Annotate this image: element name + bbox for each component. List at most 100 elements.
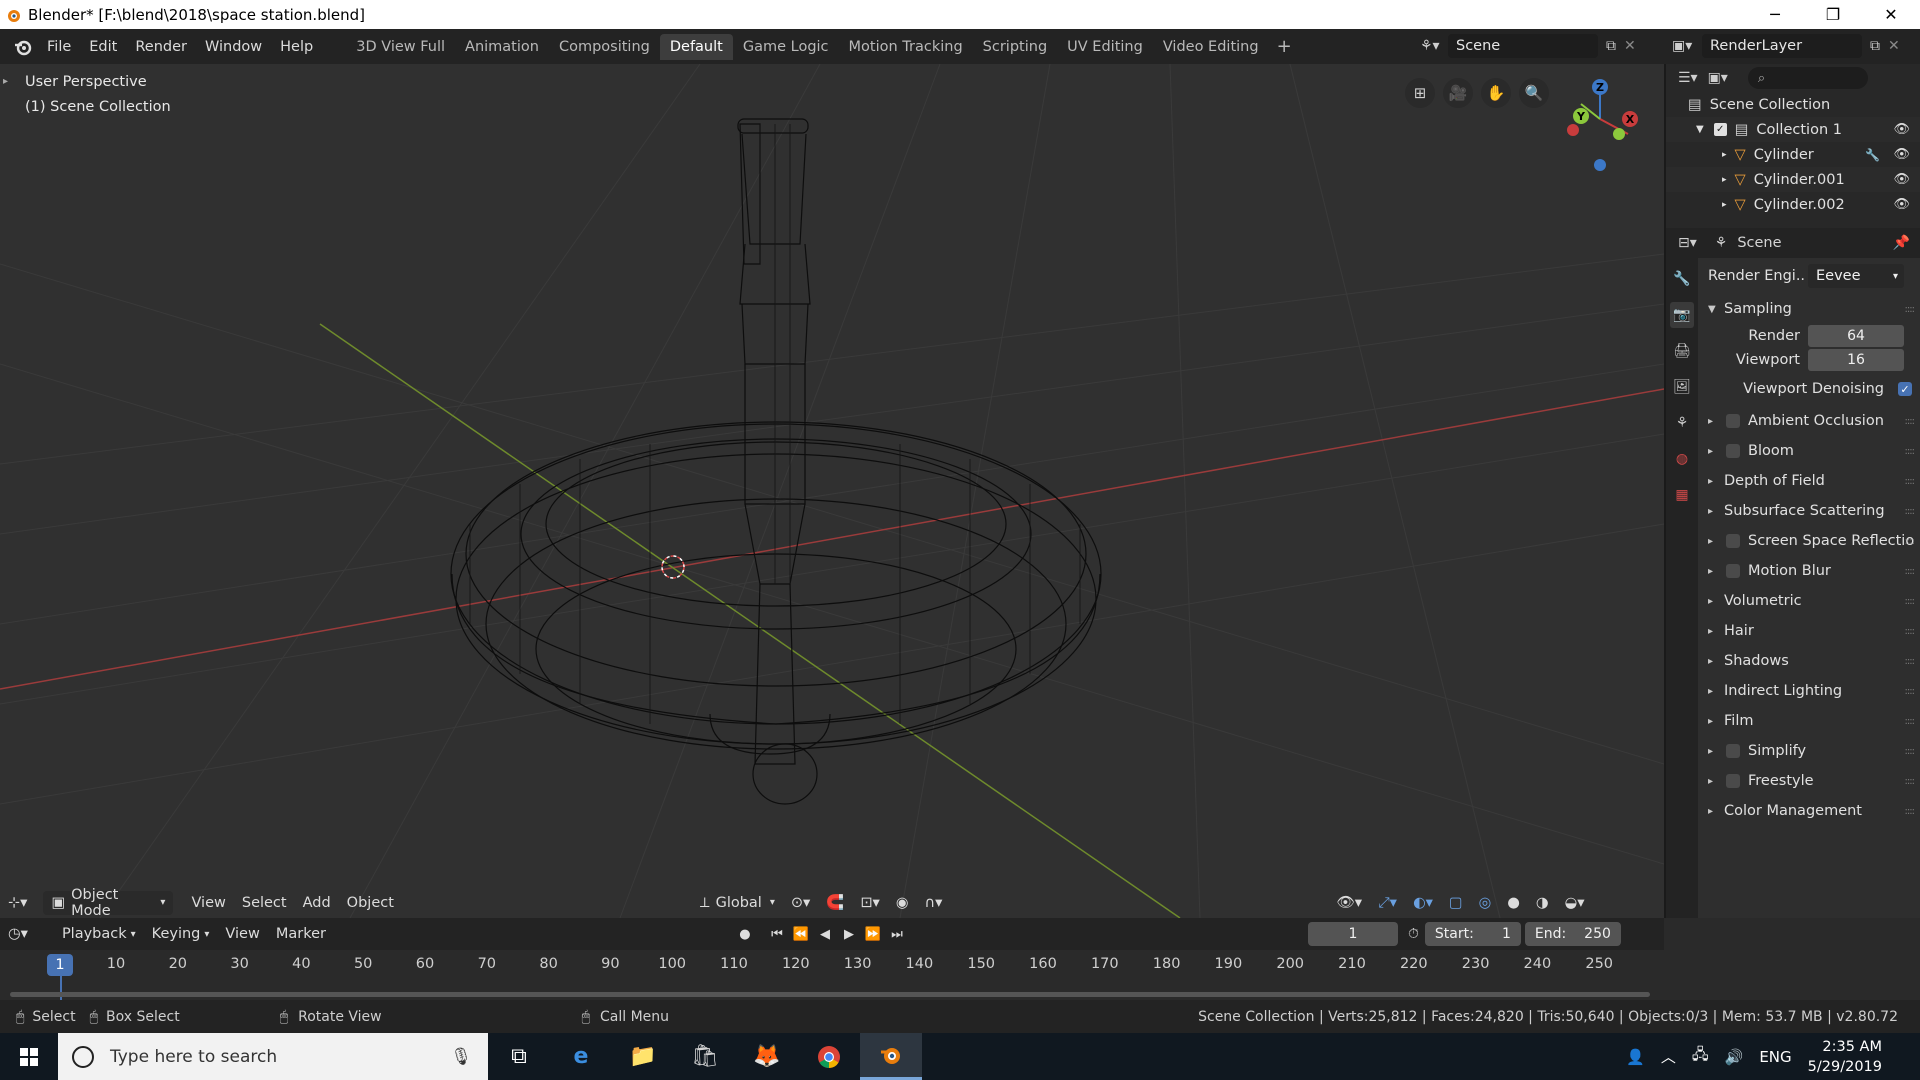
render-panel-header[interactable]: ▸ Indirect Lighting::::	[1698, 676, 1920, 706]
close-button[interactable]: ✕	[1862, 0, 1920, 29]
panel-enable-checkbox[interactable]	[1726, 564, 1740, 578]
timeline-current-frame-marker[interactable]: 1	[47, 954, 73, 976]
play-reverse-icon[interactable]: ◀	[814, 923, 836, 945]
expand-arrow-icon[interactable]: ▸	[1722, 150, 1727, 160]
3d-viewport[interactable]: User Perspective (1) Scene Collection ▸ …	[0, 64, 1664, 918]
drag-grip-icon[interactable]: ::::	[1905, 746, 1916, 757]
outliner-search-input[interactable]: ⌕	[1747, 67, 1868, 89]
new-render-layer-icon[interactable]: ⧉	[1870, 38, 1880, 54]
snap-toggle-icon[interactable]: 🧲	[818, 891, 852, 915]
expand-arrow-icon[interactable]: ▸	[1722, 200, 1727, 210]
start-frame-field[interactable]: Start: 1	[1424, 922, 1521, 946]
timeline-scrollbar[interactable]	[10, 992, 1650, 997]
render-panel-header[interactable]: ▸ Shadows::::	[1698, 646, 1920, 676]
proportional-edit-icon[interactable]: ◉	[888, 891, 917, 915]
viewport-menu-view[interactable]: View	[183, 891, 233, 915]
tray-chevron-up-icon[interactable]: ︿	[1661, 1046, 1676, 1067]
gizmo-toggle-icon[interactable]: ⤢▾	[1370, 891, 1405, 915]
timeline-area[interactable]: 1 10 20 30 40 50 60 70 80 90 100 110 120 130 140 150 160…	[0, 950, 1664, 1000]
outliner-collection[interactable]: ▼ ✓ ▤ Collection 1 👁	[1666, 117, 1920, 142]
minimize-button[interactable]: ─	[1746, 0, 1804, 29]
tab-game-logic[interactable]: Game Logic	[733, 34, 839, 60]
remove-render-layer-icon[interactable]: ✕	[1888, 38, 1900, 54]
drag-grip-icon[interactable]: ::::	[1905, 776, 1916, 787]
panel-enable-checkbox[interactable]	[1726, 744, 1740, 758]
timeline-editor-type-icon[interactable]: ◷▾	[0, 922, 36, 946]
xray-icon[interactable]: ▢	[1441, 891, 1471, 915]
task-view-icon[interactable]: ⧉	[488, 1033, 550, 1080]
navigation-gizmo[interactable]: Z X Y	[1553, 74, 1643, 174]
jump-start-icon[interactable]: ⏮	[766, 923, 788, 945]
blender-logo-icon[interactable]	[8, 37, 38, 57]
new-scene-icon[interactable]: ⧉	[1606, 38, 1616, 54]
panel-enable-checkbox[interactable]	[1726, 414, 1740, 428]
stopwatch-icon[interactable]: ⏱	[1408, 926, 1419, 942]
collection-checkbox[interactable]: ✓	[1713, 123, 1727, 136]
shading-material-icon[interactable]: ◑	[1528, 891, 1557, 915]
drag-grip-icon[interactable]: ::::	[1905, 446, 1916, 457]
taskbar-clock[interactable]: 2:35 AM 5/29/2019	[1808, 1037, 1882, 1077]
drag-grip-icon[interactable]: ::::	[1905, 506, 1916, 517]
display-mode-icon[interactable]: ▣▾	[1708, 70, 1728, 86]
drag-grip-icon[interactable]: ::::	[1905, 626, 1916, 637]
remove-scene-icon[interactable]: ✕	[1624, 38, 1636, 54]
tab-default[interactable]: Default	[659, 33, 733, 60]
panel-enable-checkbox[interactable]	[1726, 534, 1740, 548]
drag-grip-icon[interactable]: ::::	[1905, 806, 1916, 817]
eye-icon[interactable]: 👁	[1893, 172, 1910, 187]
scene-browse-icon[interactable]: ⚘▾	[1420, 38, 1448, 54]
tab-scripting[interactable]: Scripting	[973, 34, 1057, 60]
drag-grip-icon[interactable]: ::::	[1905, 304, 1916, 315]
menu-window[interactable]: Window	[196, 39, 271, 55]
output-properties-icon[interactable]: 🖨	[1670, 338, 1694, 364]
jump-prev-keyframe-icon[interactable]: ⏪	[790, 923, 812, 945]
expand-arrow-icon[interactable]: ▼	[1696, 124, 1704, 135]
camera-view-icon[interactable]: 🎥	[1443, 78, 1473, 108]
timeline-menu-playback[interactable]: Playback ▾	[54, 922, 144, 946]
outliner-scene-collection[interactable]: ▤ Scene Collection	[1666, 92, 1920, 117]
tab-animation[interactable]: Animation	[455, 34, 549, 60]
eye-icon[interactable]: 👁	[1893, 197, 1910, 212]
menu-help[interactable]: Help	[271, 39, 322, 55]
tool-settings-icon[interactable]: 🔧	[1670, 266, 1694, 292]
sampling-panel-header[interactable]: ▼ Sampling ::::	[1698, 294, 1920, 324]
shading-solid-icon[interactable]: ●	[1499, 891, 1528, 915]
outliner-object[interactable]: ▸ ▽ Cylinder.001 👁	[1666, 167, 1920, 192]
render-panel-header[interactable]: ▸ Film::::	[1698, 706, 1920, 736]
drag-grip-icon[interactable]: ::::	[1905, 476, 1916, 487]
current-frame-field[interactable]: 1	[1307, 922, 1398, 946]
drag-grip-icon[interactable]: ::::	[1905, 416, 1916, 427]
viewport-denoising-checkbox[interactable]: ✓	[1898, 382, 1912, 396]
scene-name-field[interactable]: Scene	[1448, 34, 1598, 58]
network-icon[interactable]: 🖧	[1692, 1044, 1709, 1069]
windows-start-button[interactable]	[0, 1033, 58, 1080]
pin-icon[interactable]: 📌	[1893, 235, 1910, 251]
file-explorer-icon[interactable]: 📁	[612, 1033, 674, 1080]
editor-type-icon[interactable]: ⊹▾	[0, 891, 35, 915]
panel-enable-checkbox[interactable]	[1726, 444, 1740, 458]
microphone-icon[interactable]: 🎙	[450, 1047, 472, 1067]
menu-edit[interactable]: Edit	[80, 39, 126, 55]
tab-uv-editing[interactable]: UV Editing	[1057, 34, 1153, 60]
overlays-icon[interactable]: ◐▾	[1405, 891, 1441, 915]
end-frame-field[interactable]: End: 250	[1524, 922, 1621, 946]
render-panel-header[interactable]: ▸ Screen Space Reflectio::::	[1698, 526, 1920, 556]
properties-editor-type-icon[interactable]: ⊟▾	[1678, 235, 1697, 251]
viewport-menu-object[interactable]: Object	[339, 891, 402, 915]
viewport-menu-add[interactable]: Add	[295, 891, 339, 915]
shading-rendered-icon[interactable]: ◒▾	[1557, 891, 1593, 915]
viewport-denoising-row[interactable]: Viewport Denoising ✓	[1698, 372, 1920, 406]
render-properties-icon[interactable]: 📷	[1670, 302, 1694, 328]
volume-icon[interactable]: 🔊	[1725, 1048, 1744, 1066]
render-panel-header[interactable]: ▸ Volumetric::::	[1698, 586, 1920, 616]
render-panel-header[interactable]: ▸ Motion Blur::::	[1698, 556, 1920, 586]
timeline-menu-view[interactable]: View	[217, 922, 267, 946]
viewport-samples-field[interactable]: 16	[1808, 349, 1904, 371]
timeline-ruler[interactable]: 1 10 20 30 40 50 60 70 80 90 100 110 120 130 140 150 160…	[0, 950, 1664, 980]
menu-render[interactable]: Render	[126, 39, 196, 55]
outliner-object[interactable]: ▸ ▽ Cylinder 🔧 👁	[1666, 142, 1920, 167]
jump-next-keyframe-icon[interactable]: ⏩	[862, 923, 884, 945]
toggle-view-grid-icon[interactable]: ⊞	[1405, 78, 1435, 108]
people-icon[interactable]: 👤	[1626, 1048, 1645, 1066]
tab-3d-view-full[interactable]: 3D View Full	[346, 34, 455, 60]
